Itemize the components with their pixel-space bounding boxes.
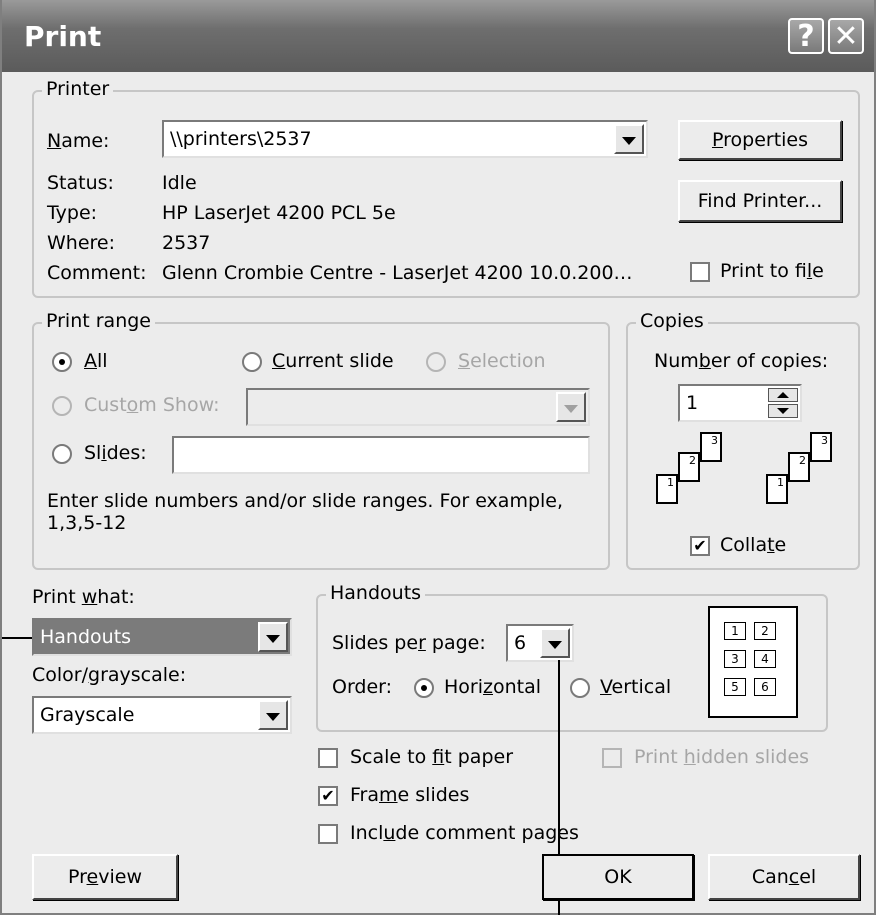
print-what-label: Print what:: [32, 586, 135, 608]
color-grayscale-value: Grayscale: [40, 704, 135, 726]
printer-name-select[interactable]: \\printers\2537: [162, 120, 648, 158]
print-hidden-checkbox[interactable]: [602, 748, 622, 768]
name-label: Name:: [47, 130, 110, 152]
properties-button[interactable]: Properties: [678, 120, 842, 160]
scale-to-fit-label: Scale to fit paper: [350, 746, 514, 768]
where-label: Where:: [47, 232, 116, 254]
print-hidden-label: Print hidden slides: [634, 746, 810, 768]
print-dialog: Print ? ✕ Printer Name: \\printers\2537 …: [0, 0, 876, 915]
type-label: Type:: [47, 202, 98, 224]
slides-input[interactable]: [172, 436, 590, 474]
where-value: 2537: [162, 232, 211, 254]
slides-per-page-value: 6: [514, 632, 527, 654]
page-icon-2: 2: [678, 452, 700, 482]
chevron-down-icon[interactable]: [540, 628, 570, 658]
custom-show-select[interactable]: [246, 388, 590, 426]
close-button[interactable]: ✕: [828, 18, 864, 54]
number-of-copies-label: Number of copies:: [654, 350, 829, 372]
print-what-value: Handouts: [40, 626, 132, 648]
spin-down-icon[interactable]: [768, 404, 798, 418]
collate-label: Collate: [720, 534, 787, 556]
handout-cell: 1: [724, 622, 746, 640]
color-grayscale-label: Color/grayscale:: [32, 664, 187, 686]
slides-hint: Enter slide numbers and/or slide ranges.…: [47, 490, 564, 512]
selection-radio[interactable]: [426, 352, 446, 372]
callout-line: [2, 637, 32, 639]
title-bar[interactable]: Print ? ✕: [2, 0, 874, 72]
copies-group-label: Copies: [636, 310, 708, 332]
handouts-group-label: Handouts: [326, 582, 426, 604]
scale-to-fit-checkbox[interactable]: [318, 748, 338, 768]
slides-label: Slides:: [84, 442, 147, 464]
frame-slides-label: Frame slides: [350, 784, 470, 806]
print-to-file-label: Print to file: [720, 260, 824, 282]
horizontal-label: Horizontal: [444, 676, 542, 698]
chevron-down-icon[interactable]: [258, 622, 288, 652]
spin-up-icon[interactable]: [768, 388, 798, 402]
chevron-down-icon[interactable]: [258, 700, 288, 730]
print-to-file-checkbox[interactable]: [690, 262, 710, 282]
preview-button[interactable]: Preview: [32, 854, 178, 900]
page-icon-1b: 1: [766, 474, 788, 504]
copies-spinner[interactable]: 1: [678, 384, 802, 422]
horizontal-radio[interactable]: [414, 678, 434, 698]
handout-cell: 3: [724, 650, 746, 668]
collate-checkbox[interactable]: ✔: [690, 536, 710, 556]
color-grayscale-select[interactable]: Grayscale: [32, 696, 292, 734]
vertical-radio[interactable]: [570, 678, 590, 698]
include-comments-checkbox[interactable]: [318, 824, 338, 844]
copies-value: 1: [686, 392, 699, 414]
handout-cell: 6: [754, 678, 776, 696]
print-range-group-label: Print range: [42, 310, 155, 332]
printer-name-value: \\printers\2537: [170, 128, 312, 150]
find-printer-button[interactable]: Find Printer...: [678, 180, 842, 222]
slides-radio[interactable]: [52, 444, 72, 464]
frame-slides-checkbox[interactable]: ✔: [318, 786, 338, 806]
handout-cell: 5: [724, 678, 746, 696]
handout-cell: 4: [754, 650, 776, 668]
status-label: Status:: [47, 172, 114, 194]
vertical-label: Vertical: [600, 676, 672, 698]
selection-label: Selection: [458, 350, 546, 372]
chevron-down-icon[interactable]: [614, 124, 644, 154]
slides-hint-example: 1,3,5-12: [47, 512, 127, 534]
current-slide-radio[interactable]: [242, 352, 262, 372]
ok-button[interactable]: OK: [542, 854, 694, 900]
include-comments-label: Include comment pages: [350, 822, 579, 844]
page-icon-3b: 3: [810, 432, 832, 462]
page-icon-3: 3: [700, 432, 722, 462]
type-value: HP LaserJet 4200 PCL 5e: [162, 202, 396, 224]
comment-value: Glenn Crombie Centre - LaserJet 4200 10.…: [162, 262, 633, 284]
all-radio[interactable]: [52, 352, 72, 372]
slides-per-page-select[interactable]: 6: [506, 624, 574, 662]
printer-group-label: Printer: [42, 78, 114, 100]
comment-label: Comment:: [47, 262, 147, 284]
current-slide-label: Current slide: [272, 350, 394, 372]
slides-per-page-label: Slides per page:: [332, 632, 486, 654]
page-icon-1: 1: [656, 474, 678, 504]
custom-show-radio[interactable]: [52, 396, 72, 416]
handout-cell: 2: [754, 622, 776, 640]
order-label: Order:: [332, 676, 393, 698]
page-icon-2b: 2: [788, 452, 810, 482]
chevron-down-icon[interactable]: [556, 392, 586, 422]
cancel-button[interactable]: Cancel: [708, 854, 860, 900]
help-button[interactable]: ?: [788, 18, 824, 54]
status-value: Idle: [162, 172, 197, 194]
print-what-select[interactable]: Handouts: [32, 618, 292, 656]
dialog-title: Print: [24, 20, 102, 53]
custom-show-label: Custom Show:: [84, 394, 220, 416]
handout-preview: 1 2 3 4 5 6: [708, 606, 798, 718]
all-label: All: [84, 350, 108, 372]
